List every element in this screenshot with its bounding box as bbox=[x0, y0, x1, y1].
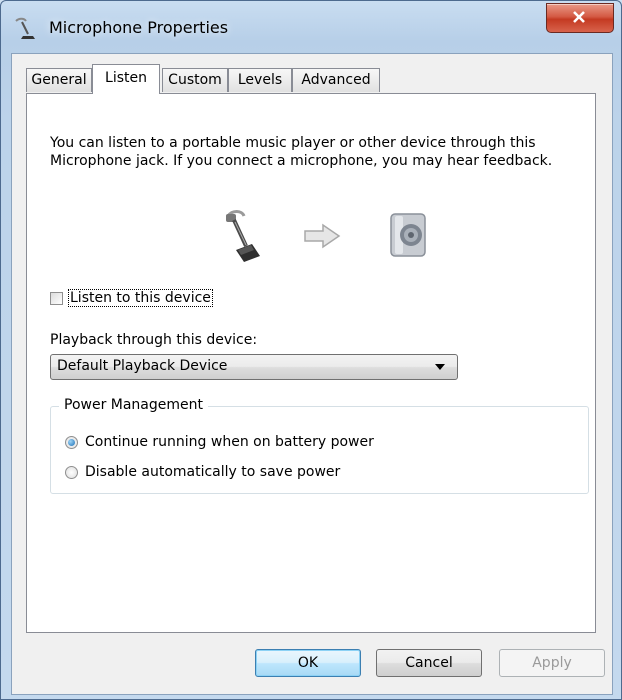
tab-advanced[interactable]: Advanced bbox=[292, 68, 380, 92]
dialog-client-area: General Listen Custom Levels Advanced Yo… bbox=[11, 53, 613, 695]
microphone-icon bbox=[226, 210, 260, 262]
playback-device-value: Default Playback Device bbox=[57, 358, 228, 374]
cancel-button[interactable]: Cancel bbox=[376, 649, 482, 677]
tab-levels[interactable]: Levels bbox=[228, 68, 292, 92]
chevron-down-icon bbox=[435, 364, 445, 370]
tab-label: Advanced bbox=[301, 72, 371, 88]
tab-general[interactable]: General bbox=[26, 68, 92, 92]
playback-device-label: Playback through this device: bbox=[50, 332, 258, 348]
listen-to-device-label[interactable]: Listen to this device bbox=[68, 289, 213, 307]
listen-to-device-checkbox[interactable] bbox=[50, 292, 63, 305]
close-button[interactable] bbox=[546, 3, 614, 33]
window-title: Microphone Properties bbox=[49, 18, 229, 37]
tab-label: General bbox=[31, 72, 87, 88]
title-bar[interactable]: Microphone Properties bbox=[1, 1, 621, 53]
radio-button-selected[interactable] bbox=[65, 436, 78, 449]
listen-tab-panel: You can listen to a portable music playe… bbox=[26, 93, 596, 633]
tab-custom[interactable]: Custom bbox=[162, 68, 228, 92]
power-management-group: Power Management Continue running when o… bbox=[50, 397, 589, 494]
arrow-right-icon bbox=[304, 223, 341, 249]
radio-button[interactable] bbox=[65, 466, 78, 479]
tab-label: Listen bbox=[105, 70, 147, 86]
tab-label: Custom bbox=[168, 72, 222, 88]
playback-device-dropdown[interactable]: Default Playback Device bbox=[50, 354, 458, 380]
microphone-icon bbox=[15, 17, 35, 39]
radio-label[interactable]: Disable automatically to save power bbox=[85, 464, 340, 480]
close-icon bbox=[573, 11, 585, 23]
ok-button[interactable]: OK bbox=[255, 649, 361, 677]
apply-button[interactable]: Apply bbox=[499, 649, 605, 677]
tab-listen[interactable]: Listen bbox=[92, 64, 160, 94]
tab-label: Levels bbox=[237, 72, 283, 88]
radio-label[interactable]: Continue running when on battery power bbox=[85, 434, 374, 450]
power-management-title: Power Management bbox=[59, 397, 209, 413]
listen-description: You can listen to a portable music playe… bbox=[50, 135, 553, 169]
dialog-window: Microphone Properties General Listen Cus… bbox=[0, 0, 622, 700]
device-illustration bbox=[27, 208, 595, 268]
speaker-icon bbox=[390, 213, 426, 257]
